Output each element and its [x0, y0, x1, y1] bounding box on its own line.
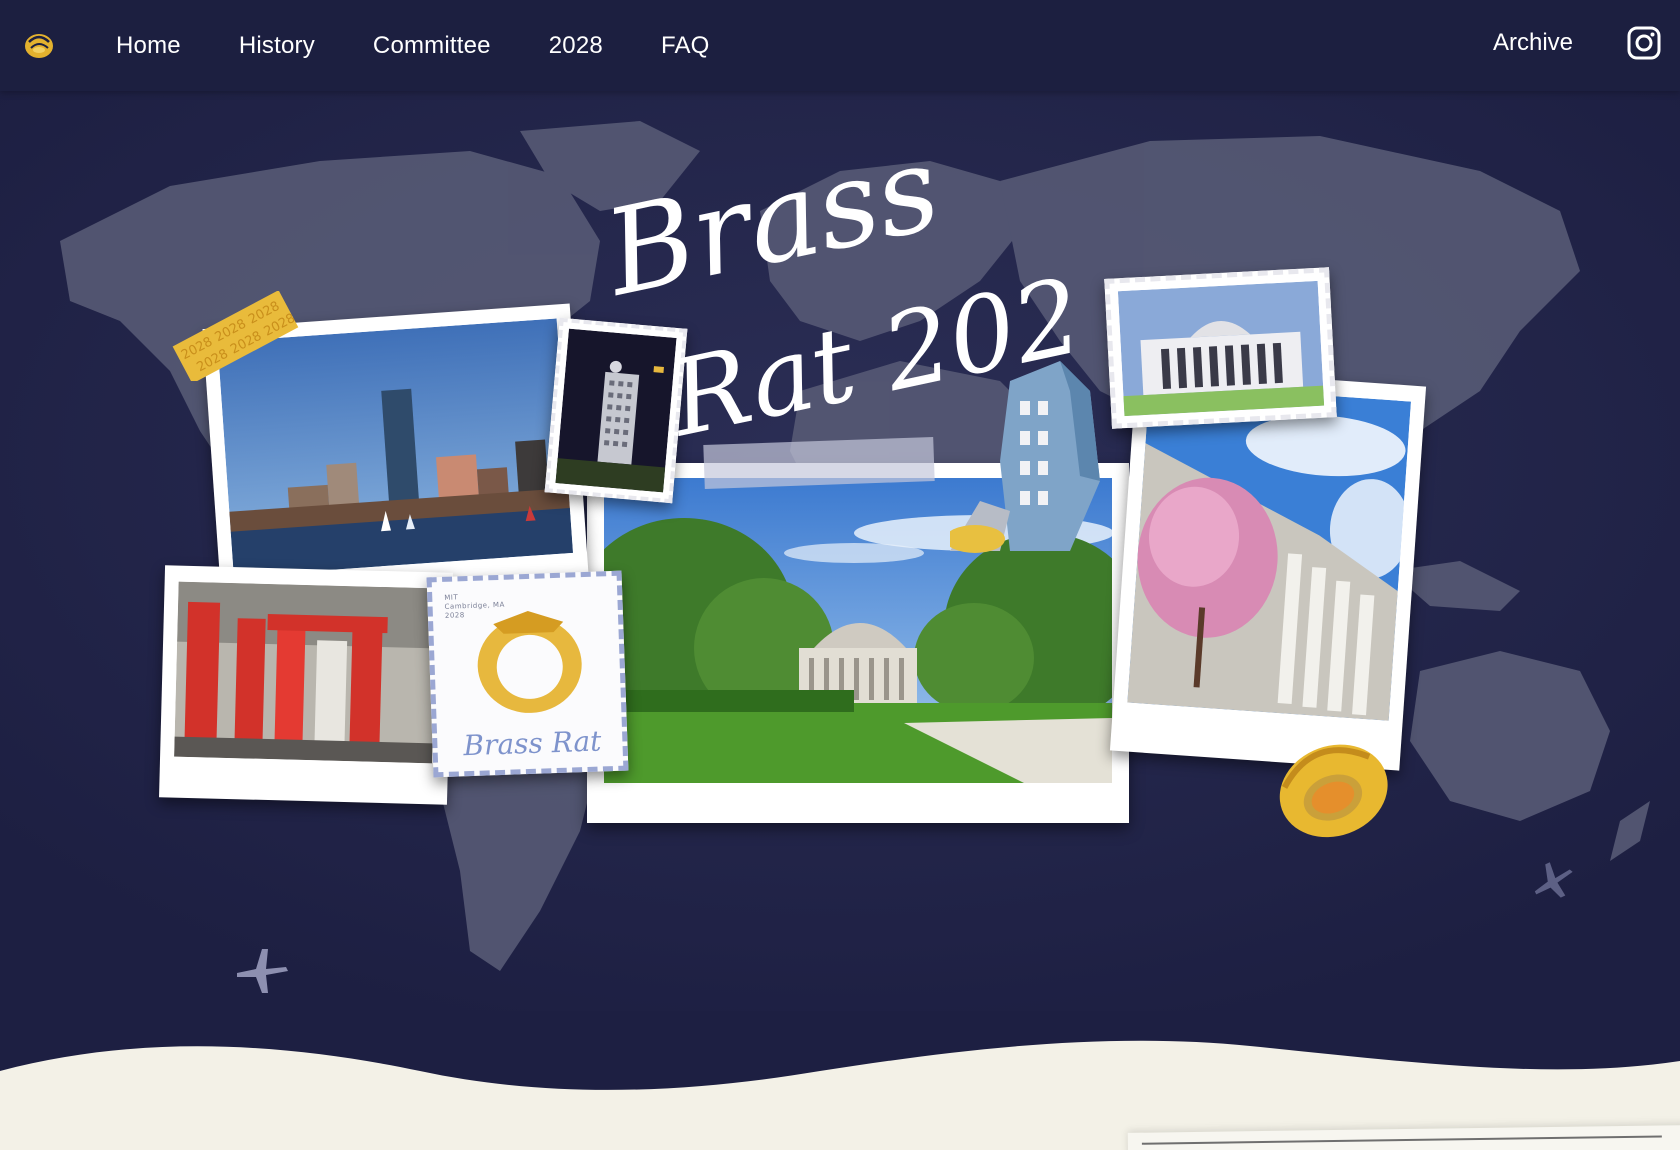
photo-red-sculpture [159, 565, 453, 805]
stamp-brass-rat-ring: MIT Cambridge, MA 2028 Brass Rat [426, 570, 629, 778]
masking-tape [703, 436, 935, 490]
gold-washi-tape: 2028 2028 2028 2028 2028 2028 [172, 291, 299, 381]
nav-link-committee[interactable]: Committee [373, 32, 491, 60]
top-navbar: Home History Committee 2028 FAQ Archive [0, 0, 1680, 91]
gold-ring-icon [1279, 744, 1388, 838]
nav-link-faq[interactable]: FAQ [661, 32, 710, 60]
brass-rat-logo-icon[interactable] [22, 28, 56, 62]
stamp-mit-building [1104, 267, 1337, 429]
ring-icon [477, 610, 582, 713]
nav-link-history[interactable]: History [239, 32, 315, 60]
instagram-icon[interactable] [1626, 25, 1662, 61]
photo-cherry-blossom-building [1109, 366, 1427, 771]
nav-link-archive[interactable]: Archive [1493, 29, 1573, 57]
hero-title: Brass Rat 2028 [600, 121, 1070, 441]
primary-nav: Home History Committee 2028 FAQ [116, 0, 768, 91]
nav-link-home[interactable]: Home [116, 32, 181, 60]
hero-section: Brass Rat 2028 2028 2028 2028 2028 2028 … [0, 91, 1680, 1150]
stamp-script-text: Brass Rat [462, 724, 602, 763]
nav-link-2028[interactable]: 2028 [549, 32, 603, 60]
